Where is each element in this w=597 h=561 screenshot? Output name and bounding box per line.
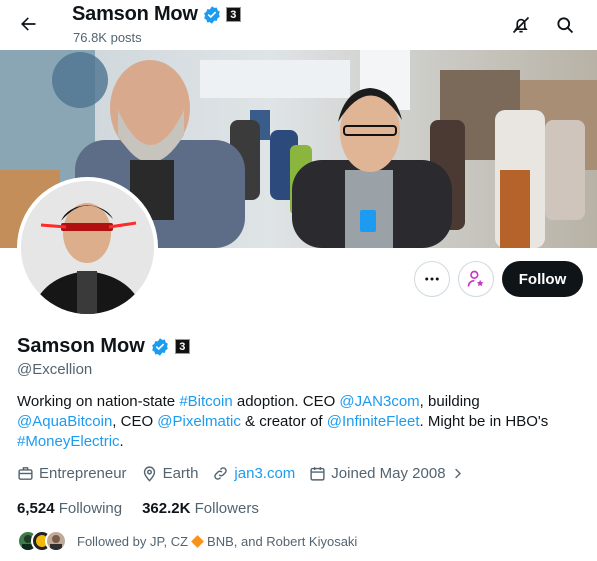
bio-text: . Might be in HBO's: [419, 413, 549, 430]
subscribe-button[interactable]: [458, 261, 494, 297]
header-name: Samson Mow: [72, 3, 198, 25]
meta-location: Earth: [141, 465, 199, 482]
affiliate-badge-icon: 3: [225, 7, 241, 22]
bio-link-mention-aquabitcoin[interactable]: @AquaBitcoin: [17, 413, 112, 430]
arrow-left-icon: [21, 17, 36, 31]
search-icon: [557, 17, 574, 34]
verified-badge-icon: [203, 5, 220, 24]
bio-link-mention-jan3com[interactable]: @JAN3com: [339, 393, 419, 410]
followers-label: Followers: [194, 500, 259, 517]
meta-website[interactable]: jan3.com: [212, 465, 295, 482]
bell-slash-icon: [512, 16, 530, 34]
chevron-right-icon: [454, 468, 461, 479]
followers-link[interactable]: 362.2K Followers: [142, 500, 259, 517]
followers-count: 362.2K: [142, 500, 191, 517]
bio-link-hashtag-bitcoin[interactable]: #Bitcoin: [179, 393, 232, 410]
calendar-icon: [310, 467, 325, 481]
bio-link-mention-pixelmatic[interactable]: @Pixelmatic: [157, 413, 241, 430]
more-dots-icon: [425, 277, 439, 281]
bio-text: Working on nation-state: [17, 393, 180, 410]
profile-bio: Working on nation-state #Bitcoin adoptio…: [17, 392, 582, 452]
followers-you-know[interactable]: Followed by JP, CZ BNB, and Robert Kiyos…: [17, 530, 357, 552]
following-label: Following: [58, 500, 123, 517]
meta-profession: Entrepreneur: [17, 465, 127, 482]
bio-text: .: [119, 433, 124, 450]
person-star-icon: [467, 270, 484, 287]
website-link[interactable]: jan3.com: [234, 465, 295, 482]
meta-joined-label: Joined May 2008: [331, 465, 446, 482]
follow-counts: 6,524 Following 362.2K Followers: [17, 500, 279, 517]
verified-badge-icon[interactable]: [150, 337, 170, 357]
bio-text: & creator of: [240, 413, 327, 430]
profile-avatar[interactable]: [17, 177, 158, 318]
following-count: 6,524: [17, 500, 55, 517]
briefcase-icon: [18, 467, 33, 480]
bio-text: , CEO: [112, 413, 158, 430]
profile-name: Samson Mow: [17, 335, 145, 357]
header-post-count: 76.8K posts: [73, 30, 142, 45]
follow-button[interactable]: Follow: [502, 261, 583, 297]
avatar: [45, 530, 67, 552]
bio-text: adoption. CEO: [232, 393, 340, 410]
header-title: Samson Mow 3: [72, 3, 241, 26]
back-button[interactable]: [12, 8, 44, 40]
meta-joined[interactable]: Joined May 2008: [309, 465, 464, 482]
notifications-off-button[interactable]: [505, 9, 537, 41]
bio-link-hashtag-moneyelectric[interactable]: #MoneyElectric: [17, 433, 120, 450]
following-link[interactable]: 6,524 Following: [17, 500, 122, 517]
link-icon: [214, 467, 228, 480]
meta-profession-label: Entrepreneur: [39, 465, 127, 482]
profile-handle: @Excellion: [17, 361, 93, 378]
profile-header: Samson Mow 3 76.8K posts: [0, 0, 597, 50]
bio-link-mention-infinitefleet[interactable]: @InfiniteFleet: [327, 413, 420, 430]
affiliate-badge-icon[interactable]: 3: [174, 339, 190, 354]
mini-avatars: [17, 530, 67, 552]
profile-name-row: Samson Mow 3: [17, 335, 190, 358]
location-pin-icon: [143, 466, 155, 482]
profile-meta: Entrepreneur Earth jan3.com Joined May 2…: [17, 465, 479, 482]
bio-text: , building: [419, 393, 480, 410]
meta-location-label: Earth: [162, 465, 199, 482]
followed-by-text-2: BNB, and Robert Kiyosaki: [207, 533, 358, 549]
bnb-diamond-icon: [191, 534, 204, 548]
followed-by-text: Followed by JP, CZ: [77, 533, 189, 549]
search-button[interactable]: [549, 9, 581, 41]
more-button[interactable]: [414, 261, 450, 297]
